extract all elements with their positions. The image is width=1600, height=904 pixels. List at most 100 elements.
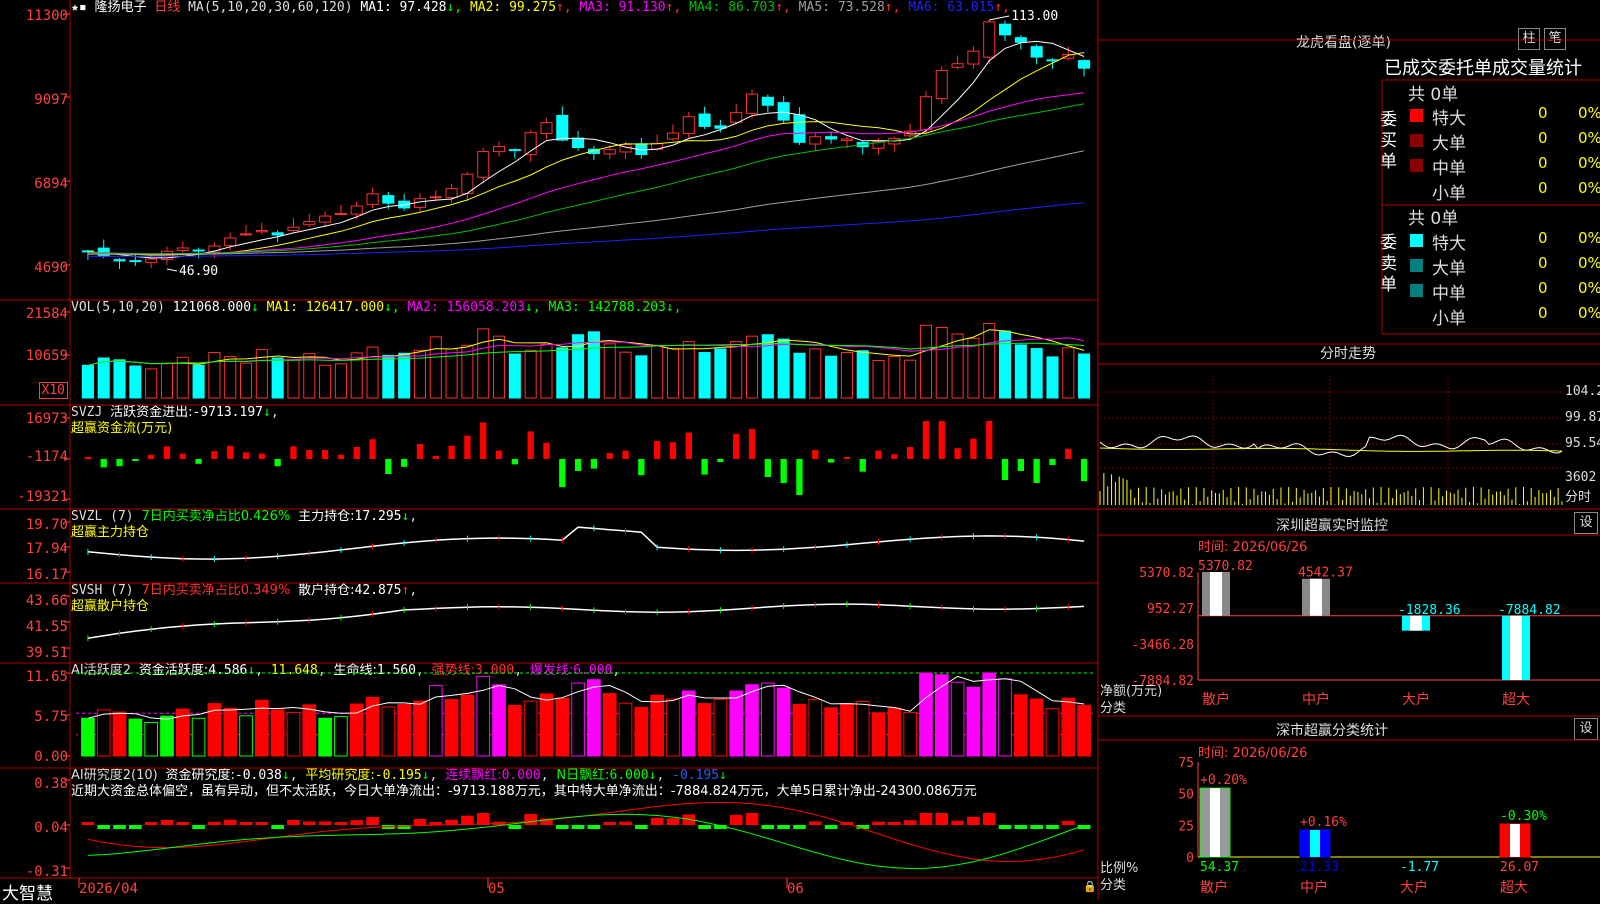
ai1-bar <box>792 703 807 757</box>
svzj-bar <box>827 459 835 463</box>
ai1-bar <box>334 716 348 757</box>
svzj-bar <box>653 441 661 459</box>
volume-bar <box>556 347 569 399</box>
candle-body <box>113 259 126 262</box>
volume-bar <box>809 348 822 399</box>
order-row-count: 0 <box>1538 229 1548 247</box>
volume-bar <box>1046 356 1059 399</box>
volume-bar <box>745 335 759 399</box>
tab-orders[interactable]: 委托单 <box>1438 58 1492 79</box>
svzj-bar <box>495 450 503 459</box>
ai2-bar <box>113 825 126 829</box>
order-row-pct: 0% <box>1578 254 1600 272</box>
candle-body <box>540 122 553 135</box>
ai1-bar <box>508 704 522 757</box>
volume-bar <box>160 362 174 399</box>
volume-bar <box>81 364 94 399</box>
classify-time: 时间: 2026/06/26 <box>1198 746 1308 761</box>
tick-view-button[interactable]: 笔 <box>1544 28 1566 50</box>
candle-body <box>192 249 205 252</box>
svzj-bar <box>622 450 629 459</box>
sell-total: 共 0单 <box>1408 209 1459 229</box>
volume-bar <box>983 322 996 399</box>
svzj-bar <box>211 451 218 459</box>
monitor-title: 深圳超赢实时监控 <box>1276 518 1388 534</box>
ai1-bar <box>302 704 317 757</box>
svzj-bar <box>717 459 724 462</box>
svzj-bar <box>812 450 819 459</box>
candle-body <box>919 96 933 131</box>
order-row-pct: 0% <box>1578 154 1600 172</box>
candle-body <box>366 193 379 205</box>
ai2-bar <box>777 825 790 829</box>
svzj-bar <box>891 454 898 459</box>
ai1-bar <box>318 717 332 757</box>
ai1-bar <box>1061 697 1076 757</box>
ai1-bar <box>729 690 744 757</box>
svzj-bar <box>116 459 123 467</box>
ai2-bar <box>745 813 759 825</box>
volume-bar <box>540 343 553 399</box>
volume-bar <box>1030 348 1043 399</box>
order-swatch <box>1410 134 1423 147</box>
ai2-bar <box>287 819 300 825</box>
svzj-bar <box>954 448 961 459</box>
volume-bar <box>919 324 933 399</box>
candle-body <box>492 145 506 153</box>
ma5-line <box>87 150 1085 255</box>
ai2-red-line <box>87 801 1085 863</box>
ai1-bars <box>81 672 1091 757</box>
ai2-bar <box>129 825 142 829</box>
ai2-bar <box>524 813 537 825</box>
ai2-bar <box>1014 825 1028 829</box>
ai2-bar <box>571 825 585 829</box>
candle-body <box>319 215 332 223</box>
ai2-bar <box>619 821 632 825</box>
ai2-bar <box>255 822 269 825</box>
tab-volume-stats[interactable]: 成交量统计 <box>1492 58 1582 79</box>
candle-body <box>445 188 458 199</box>
tab-filled[interactable]: 已成交 <box>1384 58 1438 79</box>
candle-body <box>603 149 616 155</box>
ai1-bar <box>824 707 838 757</box>
svzj-bar <box>464 435 471 459</box>
svzj-bar <box>432 456 439 459</box>
volume-bar <box>872 360 885 399</box>
candle-body <box>224 237 237 247</box>
ai1-bar <box>381 706 396 757</box>
ai2-bar <box>223 819 237 825</box>
ai2-bar <box>1046 825 1059 829</box>
volume-bar <box>145 368 158 399</box>
candle-body <box>508 149 521 152</box>
order-swatch <box>1410 159 1423 172</box>
svzj-bar <box>369 439 376 459</box>
high-marker <box>989 15 1010 21</box>
volume-bar <box>603 343 616 399</box>
ai2-bar <box>951 820 964 825</box>
candle-body <box>730 112 743 123</box>
monitor-settings-button[interactable]: 设 <box>1574 512 1598 534</box>
fenshi-ytick: 95.54 <box>1565 436 1600 451</box>
svzj-bar <box>416 444 424 459</box>
svzj-bar <box>337 454 345 459</box>
svzj-bar <box>859 459 866 472</box>
volume-bar <box>682 341 695 399</box>
ai1-bar <box>1014 694 1028 757</box>
fenshi-ytick: 104.2 <box>1565 384 1600 399</box>
ai2-bar <box>555 825 569 829</box>
candle-body <box>761 96 774 106</box>
candle-body <box>1078 60 1091 69</box>
classify-settings-button[interactable]: 设 <box>1574 718 1598 740</box>
volume-bar <box>840 352 853 399</box>
ai2-bar <box>97 825 111 829</box>
ai1-bar <box>96 709 111 757</box>
svzj-bar <box>780 459 787 483</box>
ai2-bar <box>998 825 1012 829</box>
svzj-bar <box>321 450 329 459</box>
order-row-count: 0 <box>1538 154 1548 172</box>
column-view-button[interactable]: 柱 <box>1518 28 1540 50</box>
svzj-bar <box>986 421 993 459</box>
order-row-pct: 0% <box>1578 129 1600 147</box>
ai2-bar <box>1061 820 1075 825</box>
order-row-name: 特大 <box>1432 234 1466 254</box>
